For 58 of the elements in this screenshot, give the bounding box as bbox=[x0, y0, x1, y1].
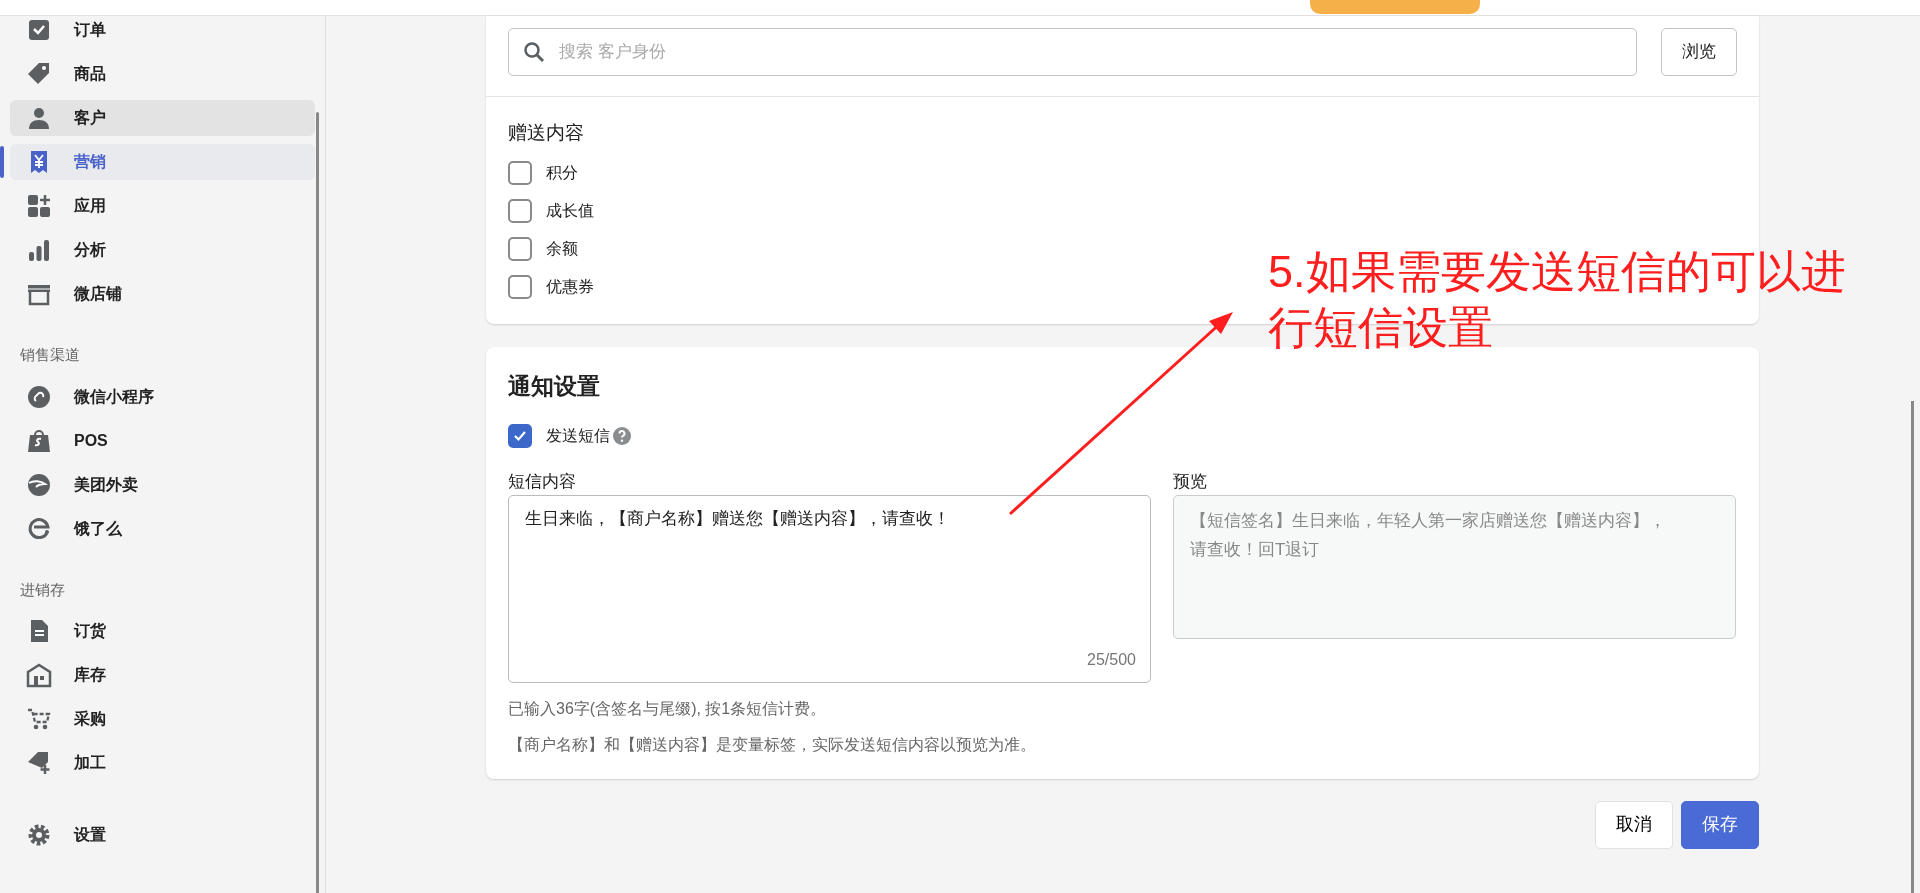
checkbox[interactable] bbox=[508, 424, 532, 448]
hint-text: 已输入36字(含签名与尾缀), 按1条短信计费。 bbox=[508, 698, 828, 719]
sidebar-item[interactable]: 加工 bbox=[10, 745, 315, 781]
sidebar-item[interactable]: 采购 bbox=[10, 701, 315, 737]
sidebar-item[interactable]: 商品 bbox=[10, 56, 315, 92]
section-title: 销售渠道 bbox=[20, 345, 81, 365]
section-heading: 赠送内容 bbox=[508, 121, 585, 145]
character-counter: 25/500 bbox=[1087, 649, 1136, 670]
search-field[interactable]: 搜索 客户身份 bbox=[508, 28, 1637, 76]
checkbox-label: 发送短信 bbox=[546, 426, 610, 446]
browse-button[interactable]: 浏览 bbox=[1661, 28, 1737, 76]
cancel-button[interactable]: 取消 bbox=[1595, 800, 1673, 849]
link-circle-icon bbox=[26, 383, 52, 410]
annotation-text: 5.如果需要发送短信的可以进行短信设置 bbox=[1268, 245, 1847, 356]
checkbox[interactable] bbox=[508, 236, 532, 261]
sidebar-item[interactable]: 微信小程序 bbox=[10, 378, 315, 415]
field-label: 短信内容 bbox=[508, 471, 577, 493]
sidebar-item[interactable]: POS bbox=[10, 422, 315, 459]
cart-icon bbox=[26, 706, 52, 732]
sidebar-item[interactable]: 订单 bbox=[10, 12, 315, 48]
shopping-bag-icon bbox=[26, 427, 52, 454]
message-textarea[interactable]: 生日来临，【商户名称】赠送您【赠送内容】，请查收！ 25/500 bbox=[508, 494, 1151, 683]
checkbox[interactable] bbox=[508, 198, 532, 223]
checkbox[interactable] bbox=[508, 160, 532, 185]
scrollbar[interactable] bbox=[1911, 401, 1914, 893]
textarea-value: 生日来临，【商户名称】赠送您【赠送内容】，请查收！ bbox=[525, 507, 951, 530]
checkmark-icon bbox=[513, 429, 527, 443]
field-label: 预览 bbox=[1173, 471, 1208, 493]
warehouse-icon bbox=[26, 662, 52, 688]
bar-chart-icon bbox=[26, 237, 52, 263]
checkbox-label: 余额 bbox=[546, 238, 578, 259]
e-circle-icon bbox=[26, 515, 52, 542]
settings-icon bbox=[26, 822, 52, 848]
sidebar-item[interactable]: 分析 bbox=[10, 232, 315, 268]
sidebar-item[interactable]: 设置 bbox=[10, 817, 315, 853]
section-heading: 通知设置 bbox=[508, 371, 601, 401]
save-button[interactable]: 保存 bbox=[1681, 800, 1759, 849]
checkbox[interactable] bbox=[508, 274, 532, 299]
sidebar-item[interactable]: 订货 bbox=[10, 613, 315, 649]
help-icon[interactable] bbox=[612, 426, 632, 446]
sidebar-item[interactable]: 应用 bbox=[10, 188, 315, 224]
sidebar-item[interactable]: 微店铺 bbox=[10, 276, 315, 312]
checkbox-label: 积分 bbox=[546, 162, 578, 183]
sidebar-item[interactable]: 饿了么 bbox=[10, 510, 315, 547]
checkbox-label: 成长值 bbox=[546, 200, 594, 221]
sidebar-item[interactable]: 库存 bbox=[10, 657, 315, 693]
tag-icon bbox=[26, 61, 52, 87]
tag-plus-icon bbox=[26, 750, 52, 776]
preview-text: 【短信签名】生日来临，年轻人第一家店赠送您【赠送内容】，请查收！回T退订 bbox=[1190, 509, 1667, 562]
apps-icon bbox=[26, 193, 52, 219]
sidebar-item[interactable]: 美团外卖 bbox=[10, 466, 315, 503]
hint-text: 【商户名称】和【赠送内容】是变量标签，实际发送短信内容以预览为准。 bbox=[508, 734, 1037, 755]
active-indicator bbox=[0, 146, 4, 178]
person-icon bbox=[26, 105, 52, 131]
sidebar-item[interactable]: 客户 bbox=[10, 100, 315, 136]
scrollbar[interactable] bbox=[316, 112, 319, 893]
section-title: 进销存 bbox=[20, 579, 66, 600]
checkbox-label: 优惠券 bbox=[546, 276, 594, 297]
